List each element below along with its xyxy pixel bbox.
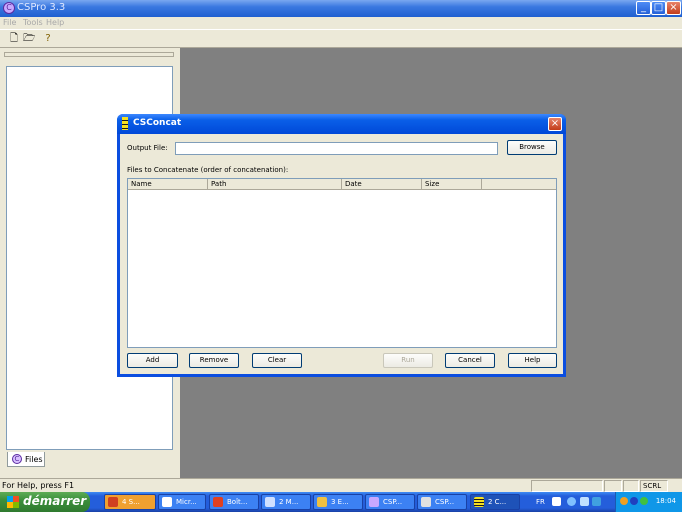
task-button-4[interactable]: 2 M... [261, 494, 311, 510]
tray-icon-3[interactable] [640, 497, 648, 505]
clear-button[interactable]: Clear [252, 353, 302, 368]
csconcat-dialog: CSConcat × Output File: Browse Files to … [117, 114, 566, 377]
status-bar: For Help, press F1 SCRL [0, 478, 682, 492]
task-button-3[interactable]: Boît... [209, 494, 259, 510]
pane-header-divider [4, 52, 174, 57]
task-icon-4 [265, 497, 275, 507]
close-button[interactable]: × [666, 1, 681, 15]
menu-file[interactable]: File [3, 18, 16, 27]
task-button-8[interactable]: 2 C... [470, 494, 520, 510]
system-tray: 18:04 [615, 492, 682, 512]
menu-bar: File Tools Help [0, 17, 682, 29]
column-date[interactable]: Date [342, 179, 422, 190]
minimize-button[interactable]: _ [636, 1, 651, 15]
monitor-tray-icon[interactable] [592, 497, 601, 506]
tray-icon-1[interactable] [620, 497, 628, 505]
folder-icon [317, 497, 327, 507]
start-label: démarrer [23, 494, 87, 508]
help-tray-icon[interactable] [552, 497, 561, 506]
new-file-icon[interactable]: 🗋 [8, 33, 20, 45]
start-button[interactable]: démarrer [0, 492, 90, 512]
cspro-logo-icon: C [3, 2, 15, 14]
status-text: For Help, press F1 [2, 481, 75, 490]
csconcat-app-icon [122, 117, 128, 130]
clock[interactable]: 18:04 [656, 497, 676, 505]
task-button-2[interactable]: Micr... [158, 494, 206, 510]
tray-icon-2[interactable] [630, 497, 638, 505]
dialog-title: CSConcat [133, 118, 182, 128]
browse-button-label: Browse [519, 143, 545, 151]
dialog-body: Output File: Browse Files to Concatenate… [120, 134, 563, 374]
toolbar: 🗋 🗁 ? [0, 29, 682, 48]
app-title: CSPro 3.3 [17, 2, 66, 13]
add-button[interactable]: Add [127, 353, 178, 368]
task-label-3: Boît... [227, 498, 248, 506]
status-scrl: SCRL [640, 480, 668, 492]
task-label-6: CSP... [383, 498, 403, 506]
status-cell-3 [623, 480, 639, 492]
task-button-7[interactable]: CSP... [417, 494, 467, 510]
window-task-icon [421, 497, 431, 507]
files-tab-icon: C [12, 454, 22, 464]
cspro-task-icon [369, 497, 379, 507]
files-tab-label: Files [25, 455, 43, 464]
help-button[interactable]: Help [508, 353, 557, 368]
output-file-label: Output File: [127, 144, 168, 152]
column-path[interactable]: Path [208, 179, 342, 190]
display-tray-icon[interactable] [580, 497, 589, 506]
status-cell-1 [531, 480, 603, 492]
task-button-6[interactable]: CSP... [365, 494, 415, 510]
task-label-4: 2 M... [279, 498, 299, 506]
windows-logo-icon [7, 496, 19, 508]
status-cell-2 [604, 480, 622, 492]
menu-tools[interactable]: Tools [23, 18, 43, 27]
task-icon-2 [162, 497, 172, 507]
dialog-titlebar[interactable]: CSConcat × [117, 114, 566, 134]
task-button-5[interactable]: 3 E... [313, 494, 363, 510]
browse-button[interactable]: Browse [507, 140, 557, 155]
files-list-header: Name Path Date Size [128, 179, 556, 190]
cancel-button[interactable]: Cancel [445, 353, 495, 368]
task-button-1[interactable]: 4 S... [104, 494, 156, 510]
csconcat-task-icon [474, 497, 484, 507]
remove-button[interactable]: Remove [189, 353, 239, 368]
run-button[interactable]: Run [383, 353, 433, 368]
task-label-8: 2 C... [488, 498, 507, 506]
task-icon-3 [213, 497, 223, 507]
column-size[interactable]: Size [422, 179, 482, 190]
help-pointer-icon[interactable]: ? [42, 33, 54, 45]
taskbar: démarrer 4 S... Micr... Boît... 2 M... 3… [0, 492, 682, 512]
column-name[interactable]: Name [128, 179, 208, 190]
dialog-close-button[interactable]: × [548, 117, 562, 131]
network-tray-icon[interactable] [567, 497, 576, 506]
maximize-button[interactable]: □ [651, 1, 666, 15]
main-titlebar[interactable]: C CSPro 3.3 _ □ × [0, 0, 682, 17]
task-label-7: CSP... [435, 498, 455, 506]
files-to-concatenate-label: Files to Concatenate (order of concatena… [127, 166, 289, 174]
files-tab[interactable]: C Files [7, 452, 45, 467]
output-file-input[interactable] [175, 142, 498, 155]
files-list[interactable]: Name Path Date Size [127, 178, 557, 348]
task-label-1: 4 S... [122, 498, 140, 506]
task-icon-1 [108, 497, 118, 507]
language-indicator[interactable]: FR [536, 498, 545, 506]
task-label-2: Micr... [176, 498, 197, 506]
open-folder-icon[interactable]: 🗁 [23, 33, 35, 45]
menu-help[interactable]: Help [46, 18, 64, 27]
task-label-5: 3 E... [331, 498, 349, 506]
